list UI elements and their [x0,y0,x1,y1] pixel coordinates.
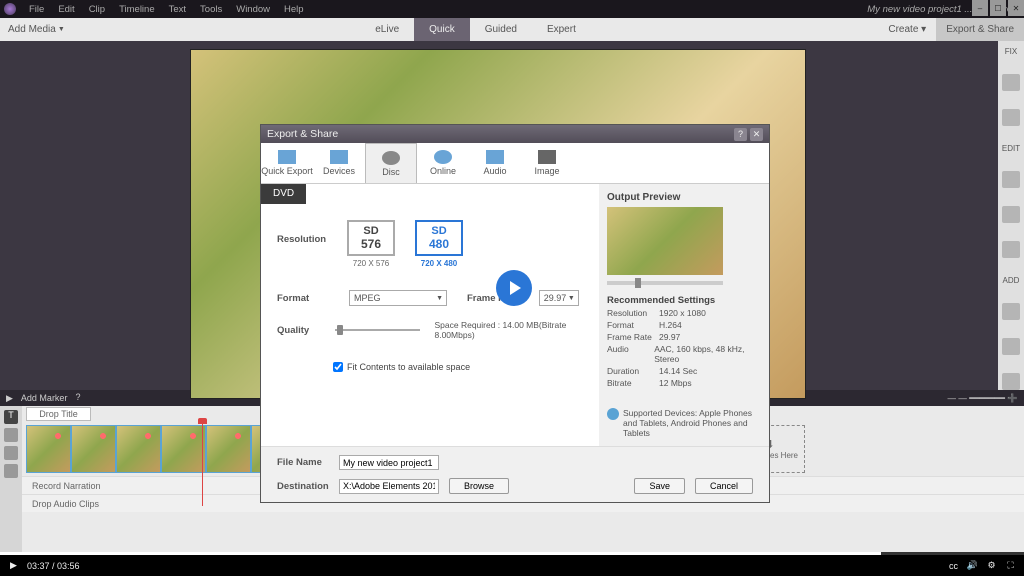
save-button[interactable]: Save [634,478,685,494]
fit-contents-checkbox[interactable] [333,362,343,372]
menu-bar: File Edit Clip Timeline Text Tools Windo… [0,0,1024,18]
video-player-bar: ▶ 03:37 / 03:56 cc 🔊 ⚙ ⛶ [0,552,1024,576]
export-share-button[interactable]: Export & Share [936,18,1024,41]
fullscreen-icon[interactable]: ⛶ [1005,560,1016,571]
resolution-option-576[interactable]: SD 576 [347,220,395,256]
label-format: Format [277,293,329,304]
video-progress-bar[interactable] [0,552,1024,555]
menu-text[interactable]: Text [162,4,193,15]
video-track-icon [4,428,18,442]
music-icon[interactable] [1002,338,1020,355]
frame-rate-select[interactable]: 29.97 [539,290,579,306]
format-select[interactable]: MPEG [349,290,447,306]
drop-title-slot[interactable]: Drop Title [26,407,91,421]
label-resolution: Resolution [277,220,329,268]
clip[interactable] [206,425,251,473]
narration-track-icon [4,446,18,460]
text-tool-icon[interactable]: T [4,410,18,424]
label-destination: Destination [277,481,329,492]
tab-devices[interactable]: Devices [313,143,365,183]
mode-guided[interactable]: Guided [470,18,532,41]
add-media-dropdown[interactable]: Add Media▼ [0,24,73,35]
resolution-option-480[interactable]: SD 480 [415,220,463,256]
dialog-help-icon[interactable]: ? [734,128,747,141]
supported-devices-text: Supported Devices: Apple Phones and Tabl… [623,408,761,438]
mode-elive[interactable]: eLive [360,18,414,41]
project-name: My new video project1 ... [857,4,982,15]
quality-slider[interactable] [335,329,420,331]
minimize-button[interactable]: – [972,0,988,16]
cancel-button[interactable]: Cancel [695,478,753,494]
video-play-overlay[interactable] [496,270,532,306]
color-icon[interactable] [1002,241,1020,258]
label-file-name: File Name [277,457,329,468]
menu-tools[interactable]: Tools [193,4,229,15]
maximize-button[interactable]: ☐ [990,0,1006,16]
timeline-tool-column: T [0,406,22,552]
tab-online[interactable]: Online [417,143,469,183]
player-time: 03:37 / 03:56 [27,561,80,571]
clip[interactable] [26,425,71,473]
clip[interactable] [71,425,116,473]
space-required-text: Space Required : 14.00 MB(Bitrate 8.00Mb… [434,320,583,340]
mode-quick[interactable]: Quick [414,18,470,41]
tab-disc[interactable]: Disc [365,143,417,183]
fx2-icon[interactable] [1002,206,1020,223]
destination-input[interactable] [339,479,439,494]
tab-audio[interactable]: Audio [469,143,521,183]
dialog-close-icon[interactable]: ✕ [750,128,763,141]
menu-edit[interactable]: Edit [51,4,81,15]
close-button[interactable]: ✕ [1008,0,1024,16]
app-logo-icon [4,3,16,15]
tab-quick-export[interactable]: Quick Export [261,143,313,183]
os-window-controls: – ☐ ✕ [970,0,1024,16]
label-quality: Quality [277,325,321,336]
settings-icon[interactable]: ⚙ [986,560,997,571]
panel-label-add: ADD [1003,276,1020,285]
title-icon[interactable] [1002,303,1020,320]
label-fit-contents: Fit Contents to available space [347,362,470,372]
help-icon[interactable]: ? [75,392,87,404]
menu-window[interactable]: Window [229,4,277,15]
menu-file[interactable]: File [22,4,51,15]
dialog-titlebar: Export & Share ? ✕ [261,125,769,143]
export-type-tabs: Quick Export Devices Disc Online Audio I… [261,143,769,184]
right-panel: FIX EDIT ADD [998,41,1024,390]
panel-label-fix: FIX [1005,47,1017,56]
info-icon [607,408,619,420]
tool-icon[interactable] [1002,74,1020,91]
playhead[interactable] [202,422,203,506]
menu-clip[interactable]: Clip [82,4,112,15]
output-preview-title: Output Preview [607,192,761,203]
export-share-dialog: Export & Share ? ✕ Quick Export Devices … [260,124,770,503]
menu-timeline[interactable]: Timeline [112,4,162,15]
audio-track-icon [4,464,18,478]
subtab-dvd[interactable]: DVD [261,184,306,204]
player-play-icon[interactable]: ▶ [8,560,19,571]
file-name-input[interactable] [339,455,439,470]
clip[interactable] [116,425,161,473]
mode-expert[interactable]: Expert [532,18,591,41]
create-dropdown[interactable]: Create ▾ [878,18,936,41]
mode-bar: Add Media▼ eLive Quick Guided Expert Cre… [0,18,1024,41]
panel-label-edit: EDIT [1002,144,1020,153]
menu-help[interactable]: Help [277,4,311,15]
volume-icon[interactable]: 🔊 [967,560,978,571]
clip[interactable] [161,425,206,473]
graphics-icon[interactable] [1002,373,1020,390]
wrench-icon[interactable] [1002,109,1020,126]
recommended-settings-title: Recommended Settings [607,295,761,306]
fx-icon[interactable] [1002,171,1020,188]
tab-image[interactable]: Image [521,143,573,183]
cc-icon[interactable]: cc [948,560,959,571]
output-preview-thumbnail [607,207,723,275]
add-marker-button[interactable]: Add Marker [21,393,68,403]
preview-scrubber[interactable] [607,281,723,285]
browse-button[interactable]: Browse [449,478,509,494]
